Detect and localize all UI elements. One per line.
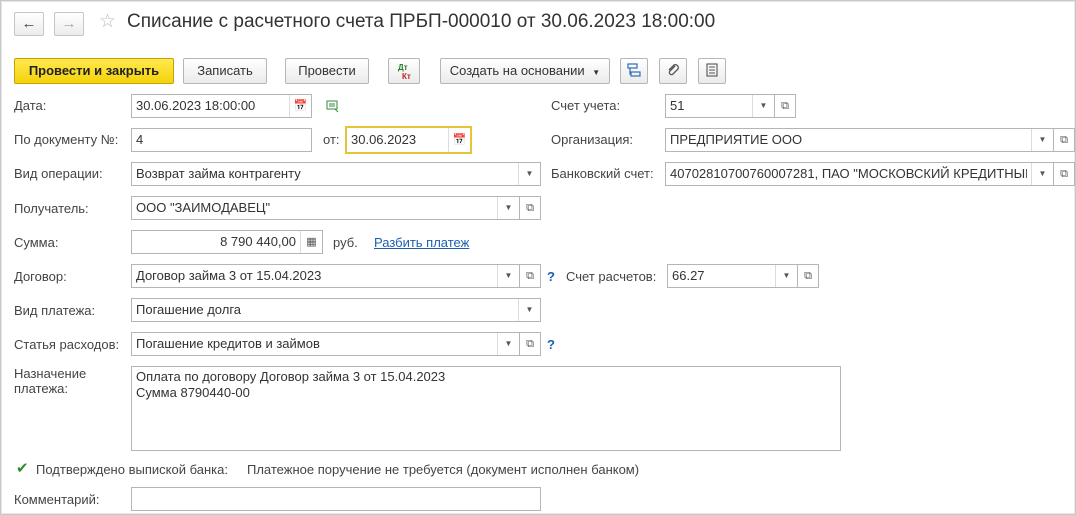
confirmed-note: Платежное поручение не требуется (докуме… <box>247 462 640 477</box>
organization-field[interactable]: ПРЕДПРИЯТИЕ ООО ▼ <box>665 128 1054 152</box>
open-icon[interactable]: ⧉ <box>520 196 541 220</box>
recipient-value: ООО "ЗАИМОДАВЕЦ" <box>136 200 271 215</box>
comment-label: Комментарий: <box>14 492 100 507</box>
confirmed-checkbox[interactable]: ✔ <box>16 461 30 476</box>
purpose-line1: Оплата по договору Договор займа 3 от 15… <box>136 369 446 384</box>
amount-field[interactable]: 8 790 440,00 ▦ <box>131 230 323 254</box>
chevron-down-icon[interactable]: ▼ <box>752 95 774 117</box>
recipient-label: Получатель: <box>14 201 89 216</box>
open-icon[interactable]: ⧉ <box>798 264 819 288</box>
date-value: 30.06.2023 18:00:00 <box>136 98 256 113</box>
settlement-account-field[interactable]: 66.27 ▼ <box>667 264 798 288</box>
operation-type-select[interactable]: Возврат займа контрагенту ▼ <box>131 162 541 186</box>
contract-label: Договор: <box>14 269 67 284</box>
create-based-on-label: Создать на основании <box>449 63 585 78</box>
star-icon[interactable]: ☆ <box>99 10 116 33</box>
post-button[interactable]: Провести <box>285 58 369 84</box>
contract-value: Договор займа 3 от 15.04.2023 <box>136 268 322 283</box>
bank-account-value: 40702810700760007281, ПАО "МОСКОВСКИЙ КР… <box>670 166 1027 181</box>
chevron-down-icon[interactable]: ▼ <box>497 265 519 287</box>
history-icon[interactable] <box>326 99 340 113</box>
currency-label: руб. <box>333 235 358 250</box>
chevron-down-icon: ▼ <box>592 68 601 77</box>
contract-field[interactable]: Договор займа 3 от 15.04.2023 ▼ <box>131 264 520 288</box>
bank-account-field[interactable]: 40702810700760007281, ПАО "МОСКОВСКИЙ КР… <box>665 162 1054 186</box>
doc-date-label: от: <box>323 132 340 147</box>
date-field[interactable]: 30.06.2023 18:00:00 📅 <box>131 94 312 118</box>
open-icon[interactable]: ⧉ <box>1054 162 1075 186</box>
document-window: ← → ☆ Списание с расчетного счета ПРБП-0… <box>0 0 1076 515</box>
page-title: Списание с расчетного счета ПРБП-000010 … <box>127 11 716 32</box>
expense-help-icon[interactable]: ? <box>547 337 555 352</box>
confirmed-label: Подтверждено выпиской банка: <box>36 462 228 477</box>
settlement-account-value: 66.27 <box>672 268 705 283</box>
doc-number-field[interactable]: 4 <box>131 128 312 152</box>
organization-label: Организация: <box>551 132 634 147</box>
hierarchy-icon <box>627 63 641 77</box>
chevron-down-icon[interactable]: ▼ <box>497 333 519 355</box>
account-label: Счет учета: <box>551 98 621 113</box>
open-icon[interactable]: ⧉ <box>520 332 541 356</box>
chevron-down-icon[interactable]: ▼ <box>1031 129 1053 151</box>
expense-item-value: Погашение кредитов и займов <box>136 336 320 351</box>
operation-type-label: Вид операции: <box>14 166 103 181</box>
forward-button[interactable]: → <box>54 12 84 36</box>
contract-help-icon[interactable]: ? <box>547 269 555 284</box>
payment-type-label: Вид платежа: <box>14 303 96 318</box>
open-icon[interactable]: ⧉ <box>520 264 541 288</box>
bank-account-label: Банковский счет: <box>551 166 654 181</box>
back-button[interactable]: ← <box>14 12 44 36</box>
recipient-field[interactable]: ООО "ЗАИМОДАВЕЦ" ▼ <box>131 196 520 220</box>
date-label: Дата: <box>14 98 47 113</box>
organization-value: ПРЕДПРИЯТИЕ ООО <box>670 132 803 147</box>
settlement-account-label: Счет расчетов: <box>566 269 657 284</box>
doc-number-value: 4 <box>136 132 144 147</box>
doc-number-label: По документу №: <box>14 132 119 147</box>
amount-label: Сумма: <box>14 235 59 250</box>
calculator-icon[interactable]: ▦ <box>300 231 322 253</box>
doc-date-value: 30.06.2023 <box>351 132 417 147</box>
account-value: 51 <box>670 98 685 113</box>
expense-item-field[interactable]: Погашение кредитов и займов ▼ <box>131 332 520 356</box>
print-list-button[interactable] <box>698 58 726 84</box>
operation-type-value: Возврат займа контрагенту <box>136 166 301 181</box>
account-field[interactable]: 51 ▼ <box>665 94 775 118</box>
dt-kt-button[interactable]: Дт Кт <box>388 58 420 84</box>
chevron-down-icon[interactable]: ▼ <box>518 299 540 321</box>
comment-field[interactable] <box>131 487 541 511</box>
purpose-label: Назначение платежа: <box>14 366 86 396</box>
purpose-label-line2: платежа: <box>14 381 68 396</box>
kt-label: Кт <box>402 72 411 81</box>
dt-kt-icon: Дт Кт <box>389 59 419 83</box>
payment-type-select[interactable]: Погашение долга ▼ <box>131 298 541 322</box>
payment-type-value: Погашение долга <box>136 302 242 317</box>
doc-date-field[interactable]: 30.06.2023 📅 <box>345 126 472 154</box>
expense-item-label: Статья расходов: <box>14 337 120 352</box>
split-payment-link[interactable]: Разбить платеж <box>374 235 469 250</box>
chevron-down-icon[interactable]: ▼ <box>1031 163 1053 185</box>
post-and-close-button[interactable]: Провести и закрыть <box>14 58 174 84</box>
open-icon[interactable]: ⧉ <box>1054 128 1075 152</box>
chevron-down-icon[interactable]: ▼ <box>518 163 540 185</box>
arrow-right-icon: → <box>61 15 77 32</box>
structure-button[interactable] <box>620 58 648 84</box>
calendar-icon[interactable]: 📅 <box>289 95 311 117</box>
save-button[interactable]: Записать <box>183 58 267 84</box>
chevron-down-icon[interactable]: ▼ <box>497 197 519 219</box>
chevron-down-icon[interactable]: ▼ <box>775 265 797 287</box>
amount-value: 8 790 440,00 <box>220 234 296 249</box>
arrow-left-icon: ← <box>21 15 37 32</box>
open-icon[interactable]: ⧉ <box>775 94 796 118</box>
purpose-line2: Сумма 8790440-00 <box>136 385 250 400</box>
create-based-on-button[interactable]: Создать на основании ▼ <box>440 58 610 84</box>
purpose-textarea[interactable]: Оплата по договору Договор займа 3 от 15… <box>131 366 841 451</box>
purpose-label-line1: Назначение <box>14 366 87 381</box>
calendar-icon[interactable]: 📅 <box>448 128 470 152</box>
list-icon <box>706 63 718 77</box>
attachments-button[interactable] <box>659 58 687 84</box>
paperclip-icon <box>668 64 679 76</box>
